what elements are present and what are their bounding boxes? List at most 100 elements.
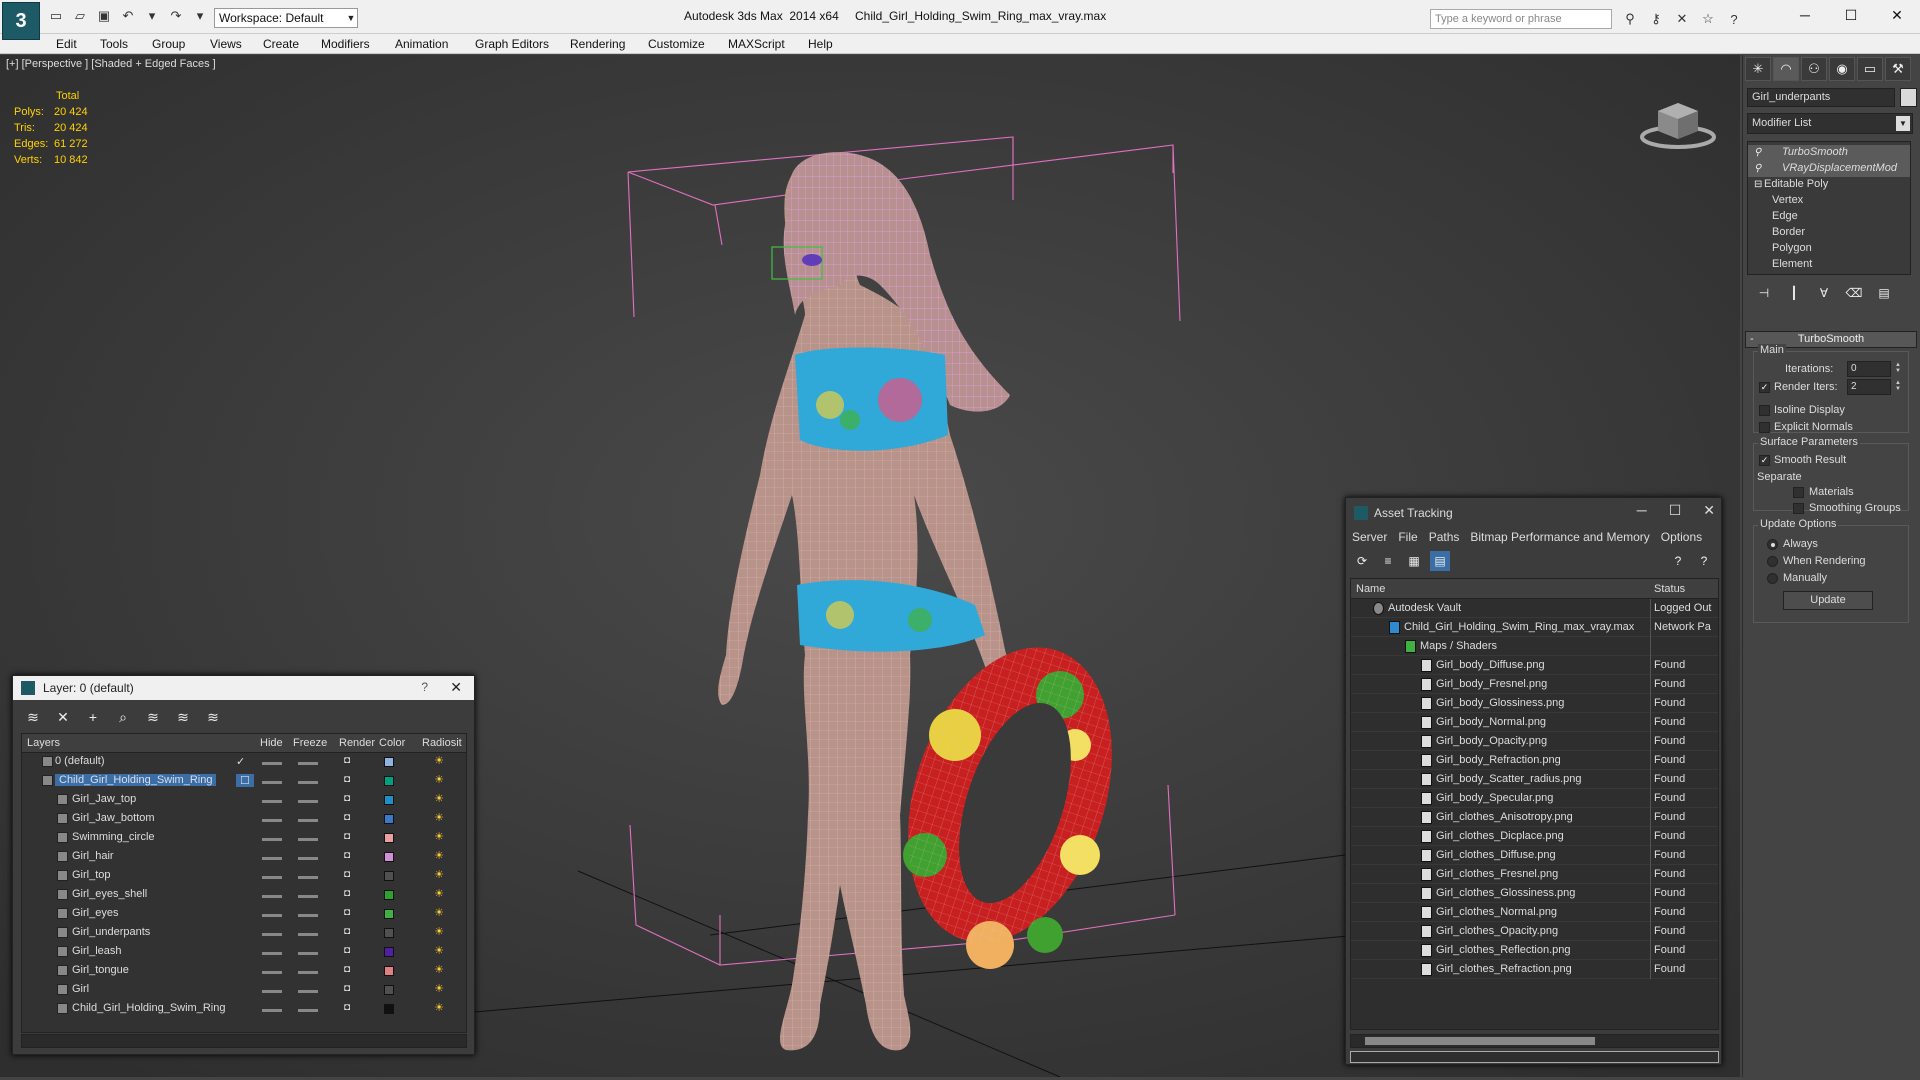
- layer-row[interactable]: Child_Girl_Holding_Swim_Ring ▬▬ ▬▬ ◘ ☀: [22, 1000, 466, 1019]
- layer-row[interactable]: Child_Girl_Holding_Swim_Ring ☐ ▬▬ ▬▬ ◘ ☀: [22, 772, 466, 791]
- undo-icon[interactable]: ↶: [118, 6, 138, 26]
- when-rendering-radio[interactable]: [1767, 556, 1778, 567]
- menu-file[interactable]: File: [1398, 530, 1417, 544]
- open-file-icon[interactable]: ▱: [70, 6, 90, 26]
- layer-color-swatch[interactable]: [384, 928, 394, 938]
- asset-row[interactable]: Girl_clothes_Fresnel.png Found: [1351, 865, 1718, 884]
- layer-name[interactable]: 0 (default): [55, 755, 105, 767]
- render-teapot-icon[interactable]: ◘: [344, 945, 350, 956]
- layer-horizontal-scrollbar[interactable]: [21, 1034, 467, 1048]
- menu-views[interactable]: Views: [210, 37, 242, 51]
- asset-row[interactable]: Girl_body_Fresnel.png Found: [1351, 675, 1718, 694]
- asset-row[interactable]: Girl_body_Refraction.png Found: [1351, 751, 1718, 770]
- radiosity-icon[interactable]: ☀: [432, 830, 446, 844]
- minimize-icon[interactable]: ─: [1782, 0, 1828, 30]
- materials-checkbox[interactable]: [1793, 487, 1804, 498]
- layer-row[interactable]: Girl_eyes ▬▬ ▬▬ ◘ ☀: [22, 905, 466, 924]
- col-color[interactable]: Color: [379, 737, 405, 749]
- render-teapot-icon[interactable]: ◘: [344, 812, 350, 823]
- menu-edit[interactable]: Edit: [56, 37, 77, 51]
- layer-row[interactable]: Girl_eyes_shell ▬▬ ▬▬ ◘ ☀: [22, 886, 466, 905]
- asset-row[interactable]: Maps / Shaders: [1351, 637, 1718, 656]
- radiosity-icon[interactable]: ☀: [432, 982, 446, 996]
- layer-color-swatch[interactable]: [384, 795, 394, 805]
- modifier-stack-item[interactable]: Vertex: [1748, 193, 1910, 209]
- help-icon[interactable]: ?: [1668, 551, 1688, 571]
- layer-row[interactable]: Girl_leash ▬▬ ▬▬ ◘ ☀: [22, 943, 466, 962]
- pin-stack-icon[interactable]: ⊣: [1755, 285, 1773, 301]
- layer-color-swatch[interactable]: [384, 890, 394, 900]
- make-unique-icon[interactable]: ∀: [1815, 285, 1833, 301]
- hide-toggle[interactable]: ▬▬: [262, 795, 282, 806]
- freeze-toggle[interactable]: ▬▬: [298, 1004, 318, 1015]
- asset-row[interactable]: Girl_clothes_Anisotropy.png Found: [1351, 808, 1718, 827]
- isoline-display-checkbox[interactable]: [1759, 405, 1770, 416]
- radiosity-icon[interactable]: ☀: [432, 887, 446, 901]
- exchange-icon[interactable]: ✕: [1672, 9, 1692, 29]
- menu-maxscript[interactable]: MAXScript: [728, 37, 785, 51]
- remove-modifier-icon[interactable]: ⌫: [1845, 285, 1863, 301]
- layer-name[interactable]: Girl_eyes: [72, 907, 118, 919]
- asset-row[interactable]: Girl_clothes_Refraction.png Found: [1351, 960, 1718, 979]
- modifier-stack-item[interactable]: Element: [1748, 257, 1910, 273]
- layer-color-swatch[interactable]: [384, 966, 394, 976]
- modifier-stack-item[interactable]: ⚲ TurboSmooth: [1748, 145, 1910, 161]
- col-hide[interactable]: Hide: [260, 737, 283, 749]
- render-teapot-icon[interactable]: ◘: [344, 1002, 350, 1013]
- refresh-icon[interactable]: ⟳: [1352, 551, 1372, 571]
- layer-color-swatch[interactable]: [384, 985, 394, 995]
- freeze-toggle[interactable]: ▬▬: [298, 814, 318, 825]
- asset-row[interactable]: Girl_body_Specular.png Found: [1351, 789, 1718, 808]
- show-end-result-icon[interactable]: ┃: [1785, 285, 1803, 301]
- utilities-tab-icon[interactable]: ⚒: [1885, 57, 1911, 81]
- hide-toggle[interactable]: ▬▬: [262, 852, 282, 863]
- hide-toggle[interactable]: ▬▬: [262, 966, 282, 977]
- menu-tools[interactable]: Tools: [100, 37, 128, 51]
- minimize-icon[interactable]: ─: [1637, 502, 1647, 519]
- asset-row[interactable]: Girl_clothes_Reflection.png Found: [1351, 941, 1718, 960]
- manually-radio[interactable]: [1767, 573, 1778, 584]
- modify-tab-icon[interactable]: ◠: [1773, 57, 1799, 81]
- layer-color-swatch[interactable]: [384, 814, 394, 824]
- render-teapot-icon[interactable]: ◘: [344, 907, 350, 918]
- freeze-toggle[interactable]: ▬▬: [298, 928, 318, 939]
- maximize-icon[interactable]: ☐: [1669, 502, 1682, 519]
- layer-color-swatch[interactable]: [384, 947, 394, 957]
- layer-color-swatch[interactable]: [384, 909, 394, 919]
- layer-name[interactable]: Girl_Jaw_top: [72, 793, 136, 805]
- hide-toggle[interactable]: ▬▬: [262, 909, 282, 920]
- undo-dropdown-icon[interactable]: ▾: [142, 6, 162, 26]
- render-iters-spinner[interactable]: 2: [1847, 379, 1902, 395]
- light-bulb-icon[interactable]: ⚲: [1754, 163, 1761, 174]
- help-icon[interactable]: ?: [421, 680, 428, 694]
- layer-row[interactable]: Swimming_circle ▬▬ ▬▬ ◘ ☀: [22, 829, 466, 848]
- configure-modifier-sets-icon[interactable]: ▤: [1875, 285, 1893, 301]
- viewport-label[interactable]: [+] [Perspective ] [Shaded + Edged Faces…: [6, 58, 216, 70]
- asset-row[interactable]: Girl_clothes_Dicplace.png Found: [1351, 827, 1718, 846]
- hierarchy-tab-icon[interactable]: ⚇: [1801, 57, 1827, 81]
- layer-name[interactable]: Girl: [72, 983, 89, 995]
- radiosity-icon[interactable]: ☀: [432, 754, 446, 768]
- layer-row[interactable]: Girl_underpants ▬▬ ▬▬ ◘ ☀: [22, 924, 466, 943]
- light-bulb-icon[interactable]: ⚲: [1754, 147, 1761, 158]
- layer-name[interactable]: Girl_leash: [72, 945, 122, 957]
- render-teapot-icon[interactable]: ◘: [344, 869, 350, 880]
- explicit-normals-checkbox[interactable]: [1759, 422, 1770, 433]
- highlight-selected-icon[interactable]: ≋: [143, 708, 163, 726]
- layer-color-swatch[interactable]: [384, 871, 394, 881]
- radiosity-icon[interactable]: ☀: [432, 773, 446, 787]
- layer-name[interactable]: Swimming_circle: [72, 831, 155, 843]
- col-layers[interactable]: Layers: [27, 737, 60, 749]
- add-to-layer-icon[interactable]: +: [83, 708, 103, 726]
- layer-color-swatch[interactable]: [384, 776, 394, 786]
- hide-toggle[interactable]: ▬▬: [262, 757, 282, 768]
- close-icon[interactable]: ✕: [1703, 502, 1715, 519]
- layer-row[interactable]: Girl_tongue ▬▬ ▬▬ ◘ ☀: [22, 962, 466, 981]
- freeze-all-layers-icon[interactable]: ≋: [203, 708, 223, 726]
- freeze-toggle[interactable]: ▬▬: [298, 833, 318, 844]
- close-icon[interactable]: ✕: [450, 679, 462, 696]
- workspace-dropdown[interactable]: Workspace: Default: [214, 8, 358, 28]
- radiosity-icon[interactable]: ☀: [432, 963, 446, 977]
- render-iters-checkbox[interactable]: ✓: [1759, 382, 1770, 393]
- layer-color-swatch[interactable]: [384, 852, 394, 862]
